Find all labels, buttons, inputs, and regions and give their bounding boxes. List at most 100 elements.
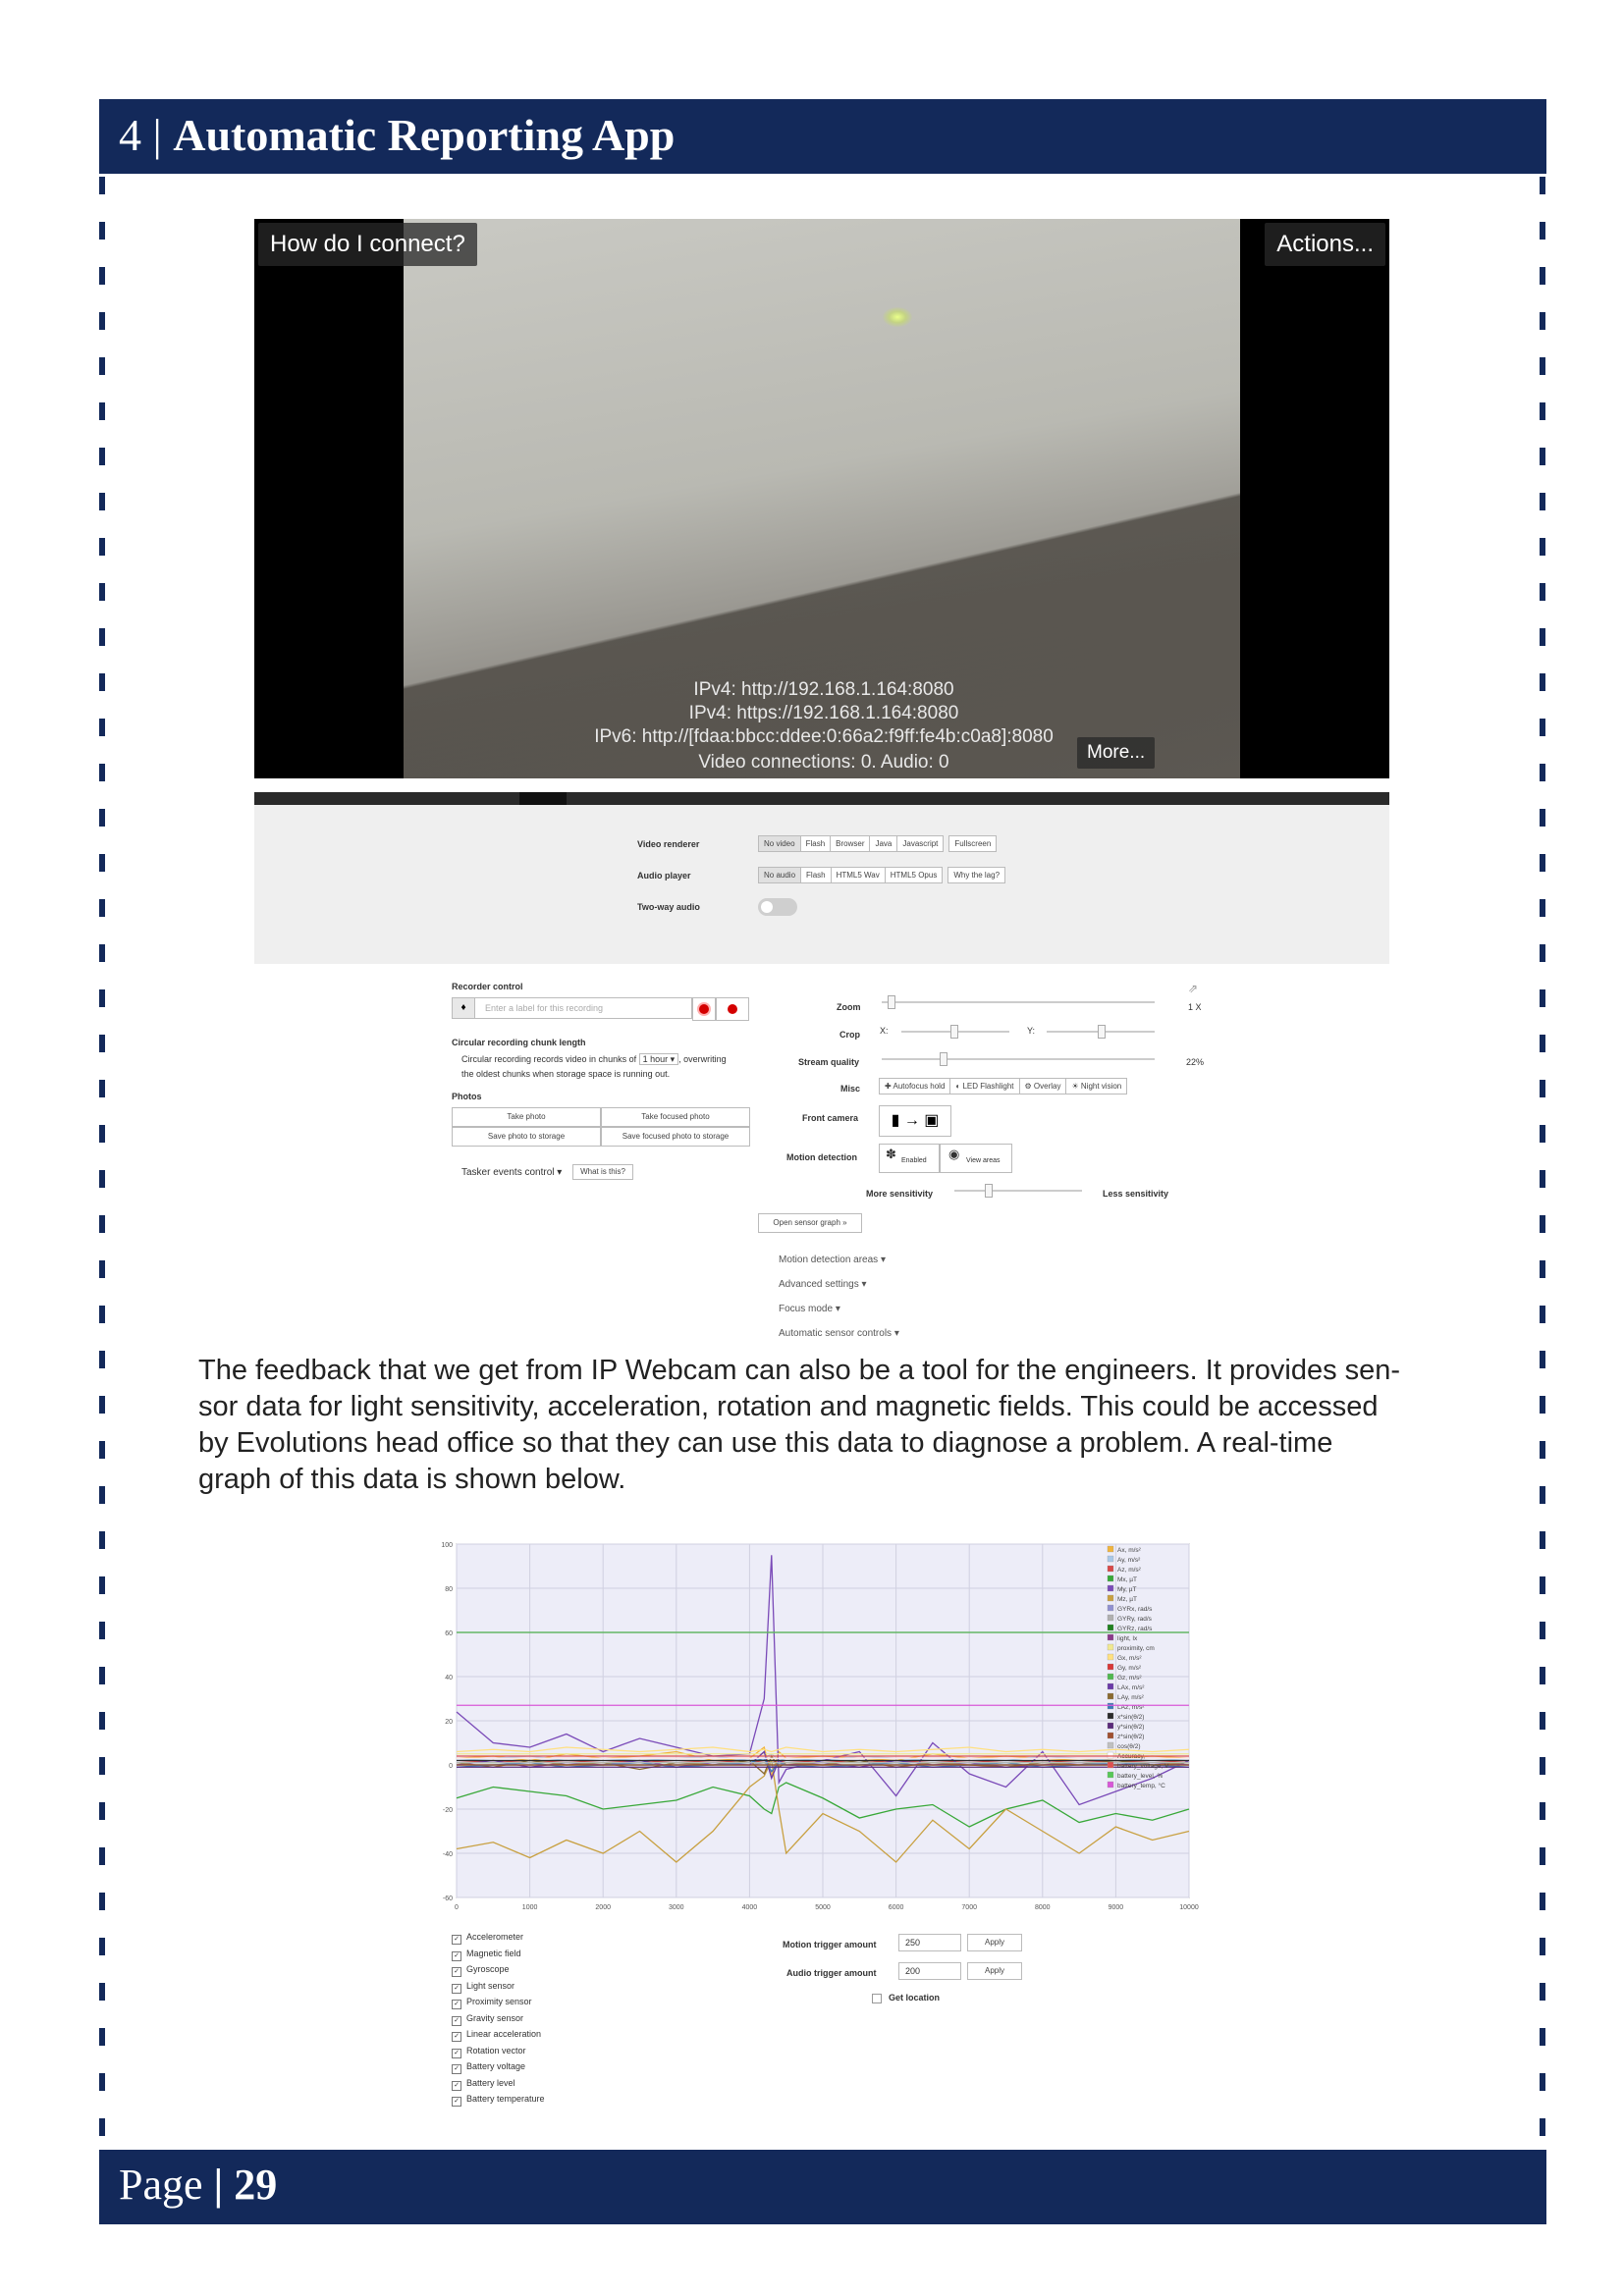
motion-apply-button[interactable]: Apply xyxy=(967,1934,1022,1951)
focus-mode-link[interactable]: Focus mode ▾ xyxy=(779,1304,840,1314)
video-progress-bar[interactable] xyxy=(254,792,1389,805)
crop-y-label: Y: xyxy=(1027,1026,1036,1036)
sensor-checkbox-item[interactable]: ✓ Magnetic field xyxy=(452,1949,521,1961)
renderer-option[interactable]: Java xyxy=(869,835,898,852)
fullscreen-option[interactable]: Fullscreen xyxy=(948,835,998,852)
renderer-option[interactable]: Javascript xyxy=(896,835,945,852)
checkbox-checked-icon[interactable]: ✓ xyxy=(452,2000,461,2009)
external-link-icon[interactable]: ⇗ xyxy=(1188,982,1198,995)
take-photo-button[interactable]: Take photo xyxy=(452,1107,601,1127)
legend-label: battery_voltage, V xyxy=(1117,1763,1169,1770)
legend-label: Gy, m/s² xyxy=(1117,1665,1142,1672)
paragraph-line: by Evolutions head office so that they c… xyxy=(198,1427,1333,1459)
motion-areas-link[interactable]: Motion detection areas ▾ xyxy=(779,1255,886,1265)
sensitivity-handle[interactable] xyxy=(985,1184,993,1198)
more-button[interactable]: More... xyxy=(1077,737,1156,769)
sensor-checkbox-item[interactable]: ✓ Battery level xyxy=(452,2078,515,2091)
checkbox-checked-icon[interactable]: ✓ xyxy=(452,2080,461,2091)
sensitivity-slider[interactable] xyxy=(954,1190,1082,1192)
legend-label: Ay, m/s² xyxy=(1117,1557,1141,1564)
audio-apply-button[interactable]: Apply xyxy=(967,1962,1022,1980)
checkbox-checked-icon[interactable]: ✓ xyxy=(452,1950,461,1961)
audio-option[interactable]: Flash xyxy=(800,867,832,883)
autofocus-hold-button[interactable]: ✚ Autofocus hold xyxy=(879,1078,951,1095)
motion-detection-label: Motion detection xyxy=(786,1152,857,1162)
zoom-slider[interactable] xyxy=(882,1001,1155,1003)
legend-swatch xyxy=(1107,1741,1114,1749)
video-progress-knob[interactable] xyxy=(519,792,567,805)
view-areas-button[interactable]: ◉ View areas xyxy=(940,1144,1012,1173)
save-focused-photo-button[interactable]: Save focused photo to storage xyxy=(601,1127,750,1147)
advanced-settings-link[interactable]: Advanced settings ▾ xyxy=(779,1279,867,1290)
legend-label: x*sin(θ/2) xyxy=(1117,1714,1144,1721)
advanced-settings-label: Advanced settings xyxy=(779,1279,859,1290)
led-flashlight-button[interactable]: ◐ LED Flashlight xyxy=(949,1078,1020,1095)
chunk-length-select[interactable]: 1 hour ▾ xyxy=(638,1053,679,1065)
sensor-checkbox-item[interactable]: ✓ Accelerometer xyxy=(452,1932,523,1945)
legend-swatch xyxy=(1107,1575,1114,1582)
record-button[interactable] xyxy=(692,997,716,1021)
y-tick-label: -20 xyxy=(443,1807,453,1814)
crop-label: Crop xyxy=(839,1030,860,1040)
sensor-checkbox-item[interactable]: ✓ Gravity sensor xyxy=(452,2013,523,2026)
record-start-button[interactable] xyxy=(716,997,749,1021)
y-tick-label: 40 xyxy=(445,1675,453,1682)
audio-option[interactable]: HTML5 Opus xyxy=(884,867,944,883)
sensor-checkbox-item[interactable]: ✓ Linear acceleration xyxy=(452,2029,541,2042)
actions-button[interactable]: Actions... xyxy=(1265,223,1385,266)
front-camera-toggle[interactable]: ▮ → ▣ xyxy=(879,1105,951,1137)
save-photo-button[interactable]: Save photo to storage xyxy=(452,1127,601,1147)
take-focused-photo-button[interactable]: Take focused photo xyxy=(601,1107,750,1127)
crop-y-handle[interactable] xyxy=(1098,1025,1106,1039)
why-lag-button[interactable]: Why the lag? xyxy=(947,867,1006,883)
sensor-controls-link[interactable]: Automatic sensor controls ▾ xyxy=(779,1328,899,1339)
checkbox-checked-icon[interactable]: ✓ xyxy=(452,1967,461,1977)
get-location-label: Get location xyxy=(889,1993,941,2002)
tasker-events-dropdown[interactable]: Tasker events control ▾ xyxy=(461,1167,562,1178)
checkbox-checked-icon[interactable]: ✓ xyxy=(452,1935,461,1945)
legend-label: Gz, m/s² xyxy=(1117,1675,1142,1682)
renderer-option[interactable]: No video xyxy=(758,835,801,852)
checkbox-checked-icon[interactable]: ✓ xyxy=(452,2097,461,2107)
checkbox-checked-icon[interactable]: ✓ xyxy=(452,2032,461,2042)
checkbox-checked-icon[interactable]: ✓ xyxy=(452,2064,461,2074)
checkbox-checked-icon[interactable]: ✓ xyxy=(452,2048,461,2058)
two-way-audio-toggle[interactable] xyxy=(758,898,797,916)
recording-label-input[interactable]: Enter a label for this recording xyxy=(474,997,692,1019)
crop-x-handle[interactable] xyxy=(950,1025,958,1039)
x-tick-label: 10000 xyxy=(1179,1904,1199,1911)
sensor-checkbox-item[interactable]: ✓ Proximity sensor xyxy=(452,1997,532,2009)
audio-option[interactable]: HTML5 Wav xyxy=(830,867,886,883)
recorder-control-title: Recorder control xyxy=(452,982,523,991)
sensor-checkbox-item[interactable]: ✓ Light sensor xyxy=(452,1981,514,1994)
renderer-option[interactable]: Flash xyxy=(799,835,832,852)
legend-swatch xyxy=(1107,1781,1114,1789)
checkbox-checked-icon[interactable]: ✓ xyxy=(452,2015,461,2026)
zoom-slider-handle[interactable] xyxy=(888,995,895,1009)
connections-line: Video connections: 0. Audio: 0 xyxy=(698,752,949,773)
misc-buttons: ✚ Autofocus hold ◐ LED Flashlight ⚙ Over… xyxy=(879,1078,1128,1095)
open-sensor-graph-button[interactable]: Open sensor graph » xyxy=(758,1213,862,1233)
legend-swatch xyxy=(1107,1702,1114,1710)
overlay-button[interactable]: ⚙ Overlay xyxy=(1018,1078,1067,1095)
left-border xyxy=(99,177,105,2148)
legend-label: LAy, m/s² xyxy=(1117,1694,1145,1701)
tasker-help-button[interactable]: What is this? xyxy=(572,1164,633,1180)
sensor-checkbox-item[interactable]: ✓ Battery temperature xyxy=(452,2094,545,2107)
renderer-option[interactable]: Browser xyxy=(830,835,871,852)
stream-quality-handle[interactable] xyxy=(940,1052,947,1066)
how-to-connect-button[interactable]: How do I connect? xyxy=(258,223,477,266)
night-vision-button[interactable]: ☀ Night vision xyxy=(1065,1078,1128,1095)
checkbox-checked-icon[interactable]: ✓ xyxy=(452,1983,461,1994)
motion-trigger-input[interactable]: 250 xyxy=(898,1934,961,1951)
stream-quality-slider[interactable] xyxy=(882,1058,1155,1060)
motion-enabled-button[interactable]: ✽ Enabled xyxy=(879,1144,940,1173)
audio-trigger-input[interactable]: 200 xyxy=(898,1962,961,1980)
sensor-checkbox-item[interactable]: ✓ Gyroscope xyxy=(452,1964,510,1977)
get-location-checkbox[interactable] xyxy=(872,1994,882,2003)
legend-swatch xyxy=(1107,1624,1114,1631)
audio-option[interactable]: No audio xyxy=(758,867,802,883)
sensor-checkbox-item[interactable]: ✓ Battery voltage xyxy=(452,2061,525,2074)
video-viewer[interactable]: How do I connect? Actions... IPv4: http:… xyxy=(254,219,1389,778)
sensor-checkbox-item[interactable]: ✓ Rotation vector xyxy=(452,2046,526,2058)
